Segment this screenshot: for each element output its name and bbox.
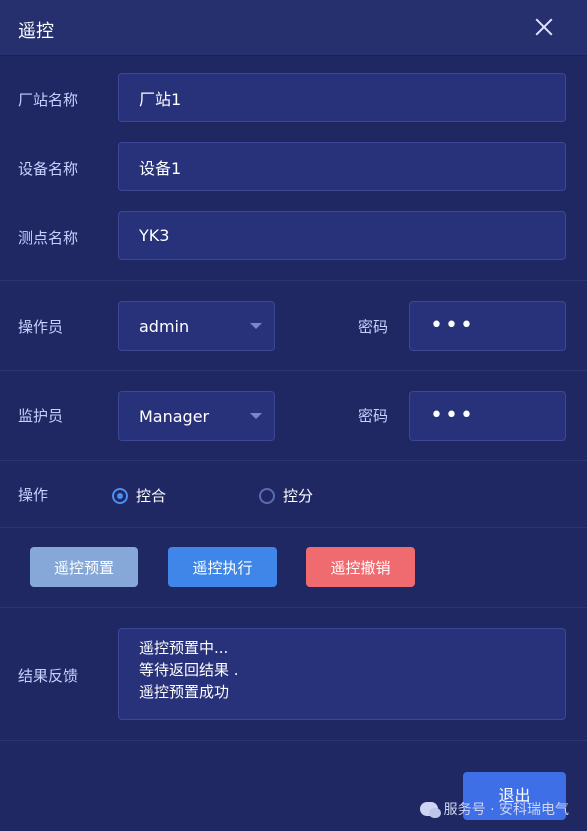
wechat-icon xyxy=(419,802,441,818)
feedback-textarea[interactable]: 遥控预置中... 等待返回结果 . 遥控预置成功 xyxy=(118,628,566,720)
radio-checked-icon xyxy=(112,487,128,504)
divider xyxy=(0,607,587,608)
station-value: 厂站1 xyxy=(139,89,182,109)
radio-open[interactable]: 控分 xyxy=(259,485,313,506)
point-label: 测点名称 xyxy=(18,229,79,247)
operator-password-field[interactable]: ••• xyxy=(409,301,566,351)
supervisor-select[interactable]: Manager xyxy=(118,391,275,441)
operator-selected: admin xyxy=(139,316,190,336)
device-label: 设备名称 xyxy=(18,160,79,178)
station-label: 厂站名称 xyxy=(18,91,79,109)
radio-close[interactable]: 控合 xyxy=(112,485,166,506)
operator-label: 操作员 xyxy=(18,318,64,336)
operator-select[interactable]: admin xyxy=(118,301,275,351)
point-field[interactable]: YK3 xyxy=(118,211,566,260)
station-field[interactable]: 厂站1 xyxy=(118,73,566,122)
radio-open-label: 控分 xyxy=(283,487,314,505)
supervisor-password-mask: ••• xyxy=(430,403,475,428)
device-field[interactable]: 设备1 xyxy=(118,142,566,191)
radio-close-label: 控合 xyxy=(136,487,167,505)
watermark-text: 服务号 · 安科瑞电气 xyxy=(443,802,569,818)
execute-button[interactable]: 遥控执行 xyxy=(168,547,277,587)
chevron-down-icon xyxy=(250,323,262,329)
divider xyxy=(0,740,587,741)
point-value: YK3 xyxy=(139,226,170,245)
remote-control-dialog: 遥控 厂站名称 厂站1 设备名称 设备1 测点名称 YK3 操作员 admin … xyxy=(0,0,587,831)
divider xyxy=(0,527,587,528)
chevron-down-icon xyxy=(250,413,262,419)
supervisor-password-label: 密码 xyxy=(358,407,389,425)
radio-unchecked-icon xyxy=(259,487,275,504)
cancel-button[interactable]: 遥控撤销 xyxy=(306,547,415,587)
feedback-line: 遥控预置成功 xyxy=(139,683,230,701)
operator-password-label: 密码 xyxy=(358,318,389,336)
device-value: 设备1 xyxy=(139,158,182,178)
operation-label: 操作 xyxy=(18,486,49,504)
supervisor-label: 监护员 xyxy=(18,407,64,425)
supervisor-selected: Manager xyxy=(139,406,210,426)
divider xyxy=(0,280,587,281)
close-icon[interactable] xyxy=(531,14,557,40)
preset-button[interactable]: 遥控预置 xyxy=(30,547,138,587)
dialog-titlebar: 遥控 xyxy=(0,0,587,56)
feedback-line: 遥控预置中... xyxy=(139,639,229,657)
watermark: 服务号 · 安科瑞电气 xyxy=(419,799,569,819)
divider xyxy=(0,370,587,371)
supervisor-password-field[interactable]: ••• xyxy=(409,391,566,441)
operator-password-mask: ••• xyxy=(430,313,475,338)
feedback-label: 结果反馈 xyxy=(18,667,79,685)
divider xyxy=(0,460,587,461)
dialog-title: 遥控 xyxy=(18,21,54,42)
feedback-line: 等待返回结果 . xyxy=(139,661,239,679)
